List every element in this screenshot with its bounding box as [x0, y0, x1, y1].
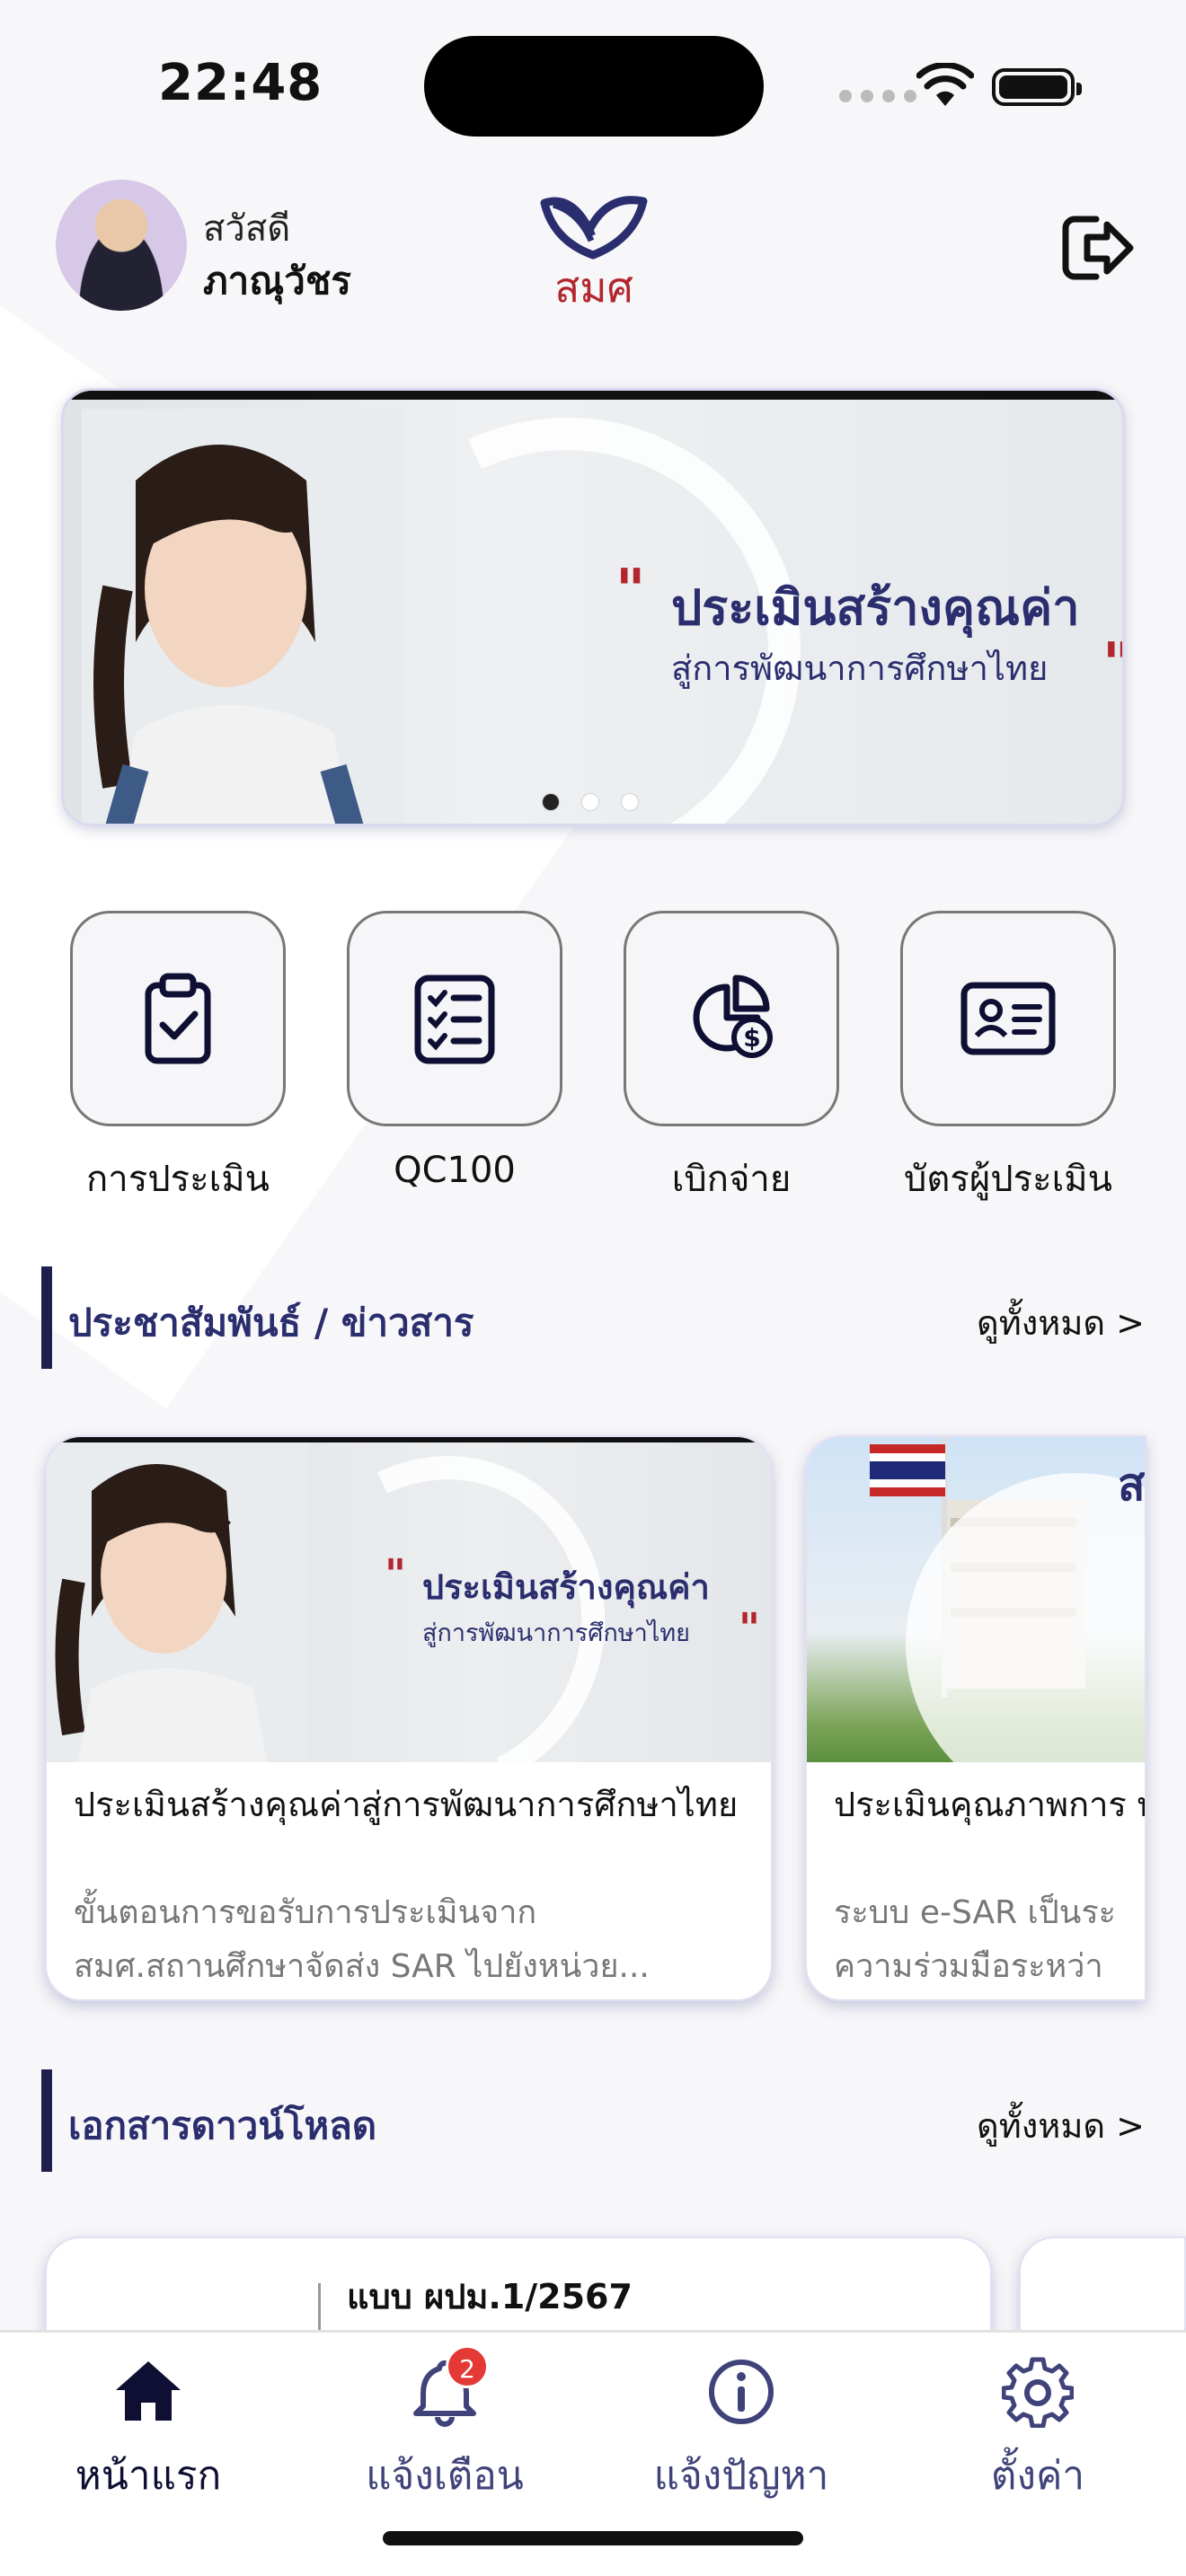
hero-banner-carousel[interactable]: " ประเมินสร้างคุณค่า สู่การพัฒนาการศึกษา… — [61, 388, 1125, 826]
tab-home-label: หน้าแรก — [75, 2453, 222, 2499]
info-icon — [709, 2360, 774, 2424]
tab-notifications[interactable]: 2 แจ้งเตือน — [296, 2333, 593, 2512]
menu-qc100-button[interactable] — [347, 911, 562, 1126]
id-card-icon — [960, 982, 1056, 1055]
document-title: แบบ ผปม.1/2567 — [347, 2277, 633, 2316]
news-section-marker — [41, 1266, 52, 1369]
menu-assessment-label: การประเมิน — [86, 1159, 270, 1200]
banner-headline: ประเมินสร้างคุณค่า — [671, 579, 1080, 636]
pie-chart-money-icon: $ — [693, 975, 773, 1058]
news-section-title: ประชาสัมพันธ์ / ข่าวสาร — [68, 1301, 474, 1345]
tab-home[interactable]: หน้าแรก — [0, 2333, 296, 2512]
tab-settings-label: ตั้งค่า — [990, 2453, 1085, 2499]
logo-text: สมศ — [554, 263, 633, 311]
checklist-icon — [414, 975, 495, 1064]
news-card[interactable]: " ประเมินสร้างคุณค่า สู่การพัฒนาการศึกษา… — [45, 1435, 773, 2001]
news-see-all-link[interactable]: ดูทั้งหมด > — [977, 1295, 1145, 1350]
svg-text:$: $ — [743, 1023, 760, 1053]
menu-assessor-card-button[interactable] — [900, 911, 1116, 1126]
news-title: ประเมินสร้างคุณค่าสู่การพัฒนาการศึกษาไทย — [74, 1785, 739, 1824]
news-title: ประเมินคุณภาพการ พัฒนาการศึกษาไทย — [834, 1785, 1145, 1824]
tab-report-problem[interactable]: แจ้งปัญหา — [593, 2333, 890, 2512]
avatar[interactable] — [56, 180, 187, 311]
dynamic-island — [424, 36, 764, 137]
wifi-icon — [916, 63, 974, 106]
news-image-subline: สู่การพัฒนาการศึกษาไทย — [422, 1619, 690, 1647]
tab-report-problem-label: แจ้งปัญหา — [653, 2453, 829, 2499]
news-desc-line1: ระบบ e-SAR เป็นระ — [834, 1894, 1116, 1931]
news-desc-line1: ขั้นตอนการขอรับการประเมินจาก — [74, 1894, 537, 1931]
news-image-headline: ประเมินสร้างคุณค่า — [422, 1567, 710, 1607]
page-dot[interactable] — [622, 794, 638, 810]
page-dot[interactable] — [543, 794, 559, 810]
quote-close-mark: " — [1102, 631, 1122, 698]
news-girl-illustration — [47, 1437, 307, 1762]
banner-subline: สู่การพัฒนาการศึกษาไทย — [671, 648, 1049, 688]
greeting-label: สวัสดี — [203, 208, 291, 250]
status-bar: 22:48 — [0, 0, 1186, 171]
menu-disbursement-label: เบิกจ่าย — [671, 1159, 792, 1200]
carousel-page-indicator[interactable] — [543, 794, 638, 810]
home-screen: 22:48 สวัสดี ภาณุวัชร สมศ " ประเมินสร้าง… — [0, 0, 1186, 2576]
gear-icon — [1002, 2357, 1074, 2428]
onesqa-logo: สมศ — [540, 196, 648, 311]
menu-assessment-button[interactable] — [70, 911, 286, 1126]
menu-disbursement-button[interactable]: $ — [624, 911, 839, 1126]
tab-notifications-label: แจ้งเตือน — [366, 2453, 524, 2499]
news-card[interactable]: ส ประเมินคุณภาพการ พัฒนาการศึกษาไทย ระบบ… — [805, 1435, 1146, 2001]
tab-settings[interactable]: ตั้งค่า — [890, 2333, 1186, 2512]
menu-assessor-card-label: บัตรผู้ประเมิน — [903, 1159, 1113, 1200]
page-dot[interactable] — [582, 794, 598, 810]
status-time: 22:48 — [158, 54, 323, 112]
menu-qc100-label: QC100 — [394, 1150, 516, 1191]
quote-open-mark: " — [615, 558, 646, 624]
docs-see-all-link[interactable]: ดูทั้งหมด > — [977, 2098, 1145, 2153]
docs-section-marker — [41, 2069, 52, 2172]
news-desc-line2: สมศ.สถานศึกษาจัดส่ง SAR ไปยังหน่วย... — [74, 1948, 650, 1985]
battery-icon — [992, 68, 1082, 106]
notification-badge: 2 — [446, 2345, 489, 2388]
home-icon — [116, 2361, 181, 2421]
docs-section-title: เอกสารดาวน์โหลด — [68, 2104, 377, 2148]
user-name: ภาณุวัชร — [203, 259, 351, 303]
clipboard-check-icon — [145, 973, 211, 1064]
home-indicator — [383, 2531, 803, 2545]
logout-icon[interactable] — [1060, 214, 1136, 282]
news-desc-line2: ความร่วมมือระหว่า — [834, 1948, 1103, 1985]
cellular-signal-icon — [839, 90, 916, 102]
news-image: ส — [807, 1437, 1145, 1762]
news-image: " ประเมินสร้างคุณค่า สู่การพัฒนาการศึกษา… — [47, 1437, 771, 1762]
